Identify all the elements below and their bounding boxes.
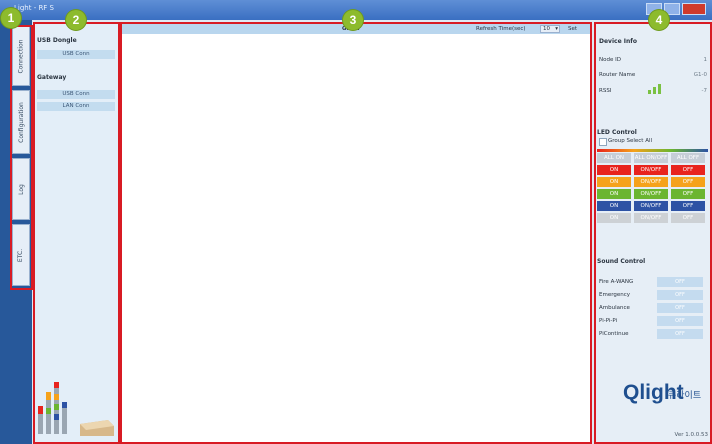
highlight-box-graph xyxy=(120,22,592,444)
highlight-box-control xyxy=(594,22,712,444)
badge-3: 3 xyxy=(343,10,363,30)
highlight-box-connection xyxy=(33,22,120,444)
badge-4: 4 xyxy=(649,10,669,30)
highlight-box-tabs xyxy=(10,25,33,290)
badge-1: 1 xyxy=(1,8,21,28)
close-button[interactable] xyxy=(682,3,706,15)
badge-2: 2 xyxy=(66,10,86,30)
window-title: Light - RF S xyxy=(14,4,55,12)
